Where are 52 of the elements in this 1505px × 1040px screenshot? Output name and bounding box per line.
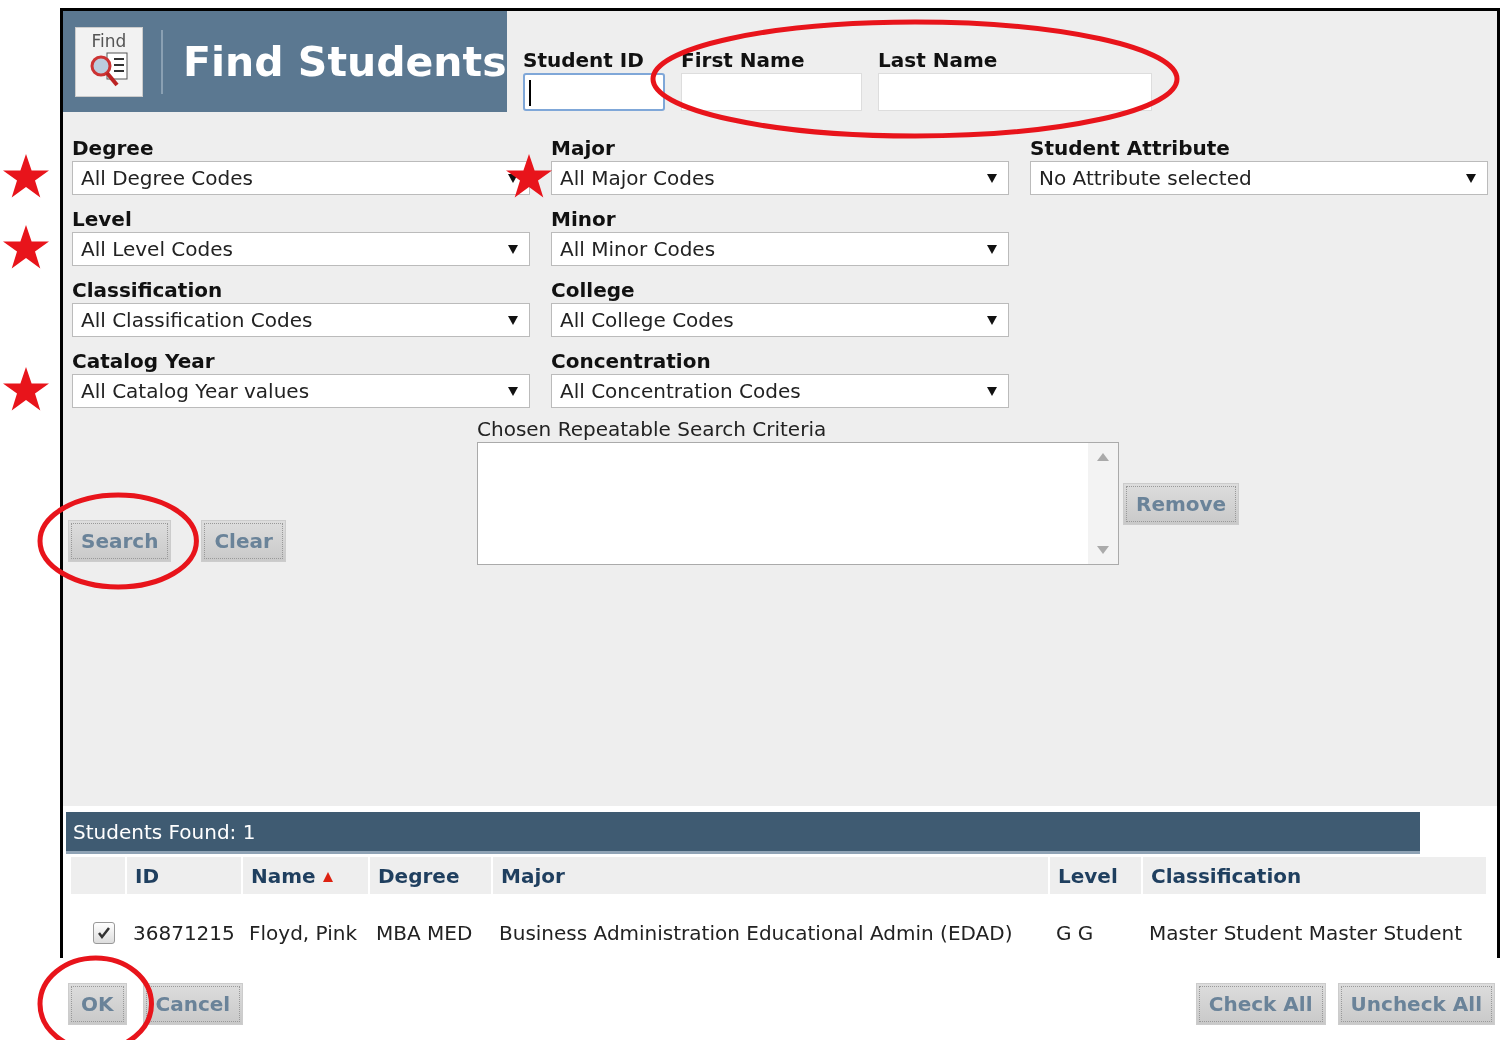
dropdown[interactable]: All Degree Codes	[72, 161, 530, 195]
field-label: College	[551, 277, 636, 303]
field-label: Degree	[72, 135, 155, 161]
field-label: Student Attribute	[1030, 135, 1231, 161]
column-header[interactable]: ID	[127, 857, 241, 894]
scroll-up-icon	[1097, 453, 1109, 461]
field-label: Student ID	[523, 47, 645, 73]
column-header[interactable]: Major	[493, 857, 1048, 894]
dropdown-arrow-icon	[1465, 172, 1477, 184]
list-label: Chosen Repeatable Search Criteria	[477, 416, 828, 442]
column-header[interactable]: Level	[1050, 857, 1141, 894]
field-label: First Name	[681, 47, 806, 73]
dropdown-arrow-icon	[986, 314, 998, 326]
column-header[interactable]: Degree	[370, 857, 491, 894]
dropdown[interactable]: All Concentration Codes	[551, 374, 1009, 408]
dropdown-arrow-icon	[507, 314, 519, 326]
field-label: Classification	[72, 277, 224, 303]
field-label: Level	[72, 206, 133, 232]
dropdown-arrow-icon	[986, 172, 998, 184]
field-label: Catalog Year	[72, 348, 216, 374]
column-header[interactable]: Classification	[1143, 857, 1486, 894]
field-label: Last Name	[878, 47, 999, 73]
dropdown-arrow-icon	[507, 385, 519, 397]
field-label: Minor	[551, 206, 617, 232]
dropdown[interactable]: All College Codes	[551, 303, 1009, 337]
table-cell-text: Floyd, Pink	[248, 920, 358, 947]
table-cell-text: 36871215	[132, 920, 236, 947]
dropdown-arrow-icon	[507, 243, 519, 255]
field-label: Major	[551, 135, 616, 161]
window-title: Find Students	[183, 37, 507, 86]
table-cell-text: Master Student Master Student	[1148, 920, 1464, 947]
dropdown[interactable]: All Major Codes	[551, 161, 1009, 195]
dropdown[interactable]: All Level Codes	[72, 232, 530, 266]
table-cell-text: Business Administration Educational Admin (EDAD)	[498, 920, 1014, 947]
scroll-down-icon	[1097, 546, 1109, 554]
field-label: Concentration	[551, 348, 712, 374]
criteria-list[interactable]	[477, 442, 1119, 565]
find-icon: Find	[75, 26, 143, 97]
dropdown[interactable]: All Classification Codes	[72, 303, 530, 337]
table-cell-text: MBA MED	[375, 920, 474, 947]
dropdown[interactable]: No Attribute selected	[1030, 161, 1488, 195]
checkbox[interactable]	[93, 922, 115, 944]
dropdown[interactable]: All Catalog Year values	[72, 374, 530, 408]
checkmark-icon	[97, 926, 111, 940]
scrollbar[interactable]	[1088, 443, 1118, 564]
dropdown[interactable]: All Minor Codes	[551, 232, 1009, 266]
table-cell-text: G G	[1055, 920, 1095, 947]
text-field[interactable]	[523, 73, 665, 111]
column-header[interactable]: Name	[243, 857, 368, 894]
results-header: Students Found: 1	[66, 812, 1420, 854]
dropdown-arrow-icon	[986, 385, 998, 397]
dropdown-arrow-icon	[986, 243, 998, 255]
